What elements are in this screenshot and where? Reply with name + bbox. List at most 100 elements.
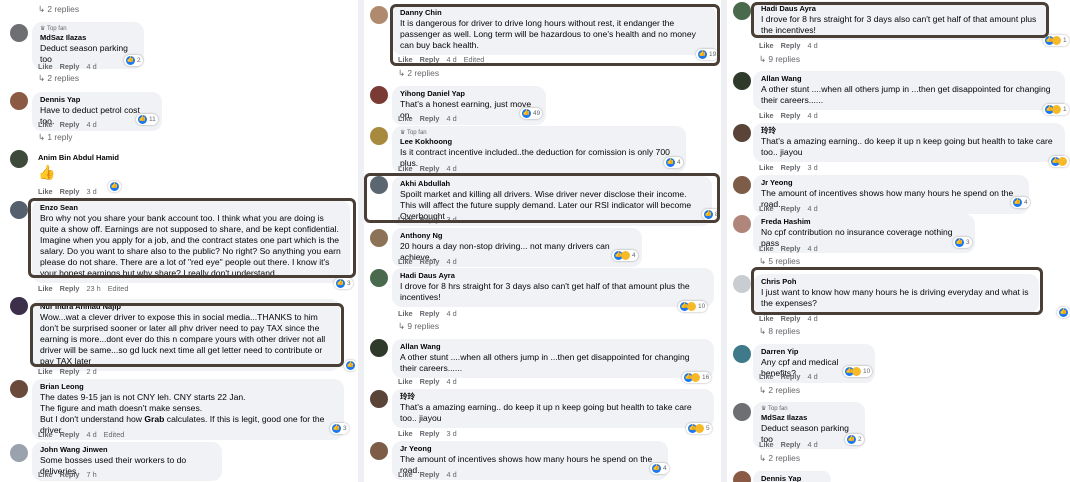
reaction-count[interactable]: 👍 4 xyxy=(664,157,683,168)
comment-author[interactable]: MdSaz Ilazas xyxy=(40,33,136,43)
reply-button[interactable]: Reply xyxy=(781,163,801,172)
comment-timestamp[interactable]: 4 d xyxy=(86,62,96,71)
comment-timestamp[interactable]: 4 d xyxy=(807,244,817,253)
reply-button[interactable]: Reply xyxy=(420,215,440,224)
reaction-count[interactable]: 👍 xyxy=(1057,307,1070,318)
reply-button[interactable]: Reply xyxy=(420,164,440,173)
comment-timestamp[interactable]: 4 d xyxy=(807,204,817,213)
comment-timestamp[interactable]: 4 d xyxy=(446,377,456,386)
reply-button[interactable]: Reply xyxy=(420,429,440,438)
like-button[interactable]: Like xyxy=(38,430,53,439)
reply-button[interactable]: Reply xyxy=(781,244,801,253)
like-button[interactable]: Like xyxy=(398,309,413,318)
like-button[interactable]: Like xyxy=(759,41,774,50)
avatar[interactable] xyxy=(10,24,28,42)
reply-button[interactable]: Reply xyxy=(420,309,440,318)
like-button[interactable]: Like xyxy=(398,377,413,386)
like-button[interactable]: Like xyxy=(38,62,53,71)
reply-button[interactable]: Reply xyxy=(781,204,801,213)
reply-button[interactable]: Reply xyxy=(60,187,80,196)
reply-button[interactable]: Reply xyxy=(781,440,801,449)
like-button[interactable]: Like xyxy=(759,204,774,213)
avatar[interactable] xyxy=(370,176,388,194)
like-button[interactable]: Like xyxy=(398,429,413,438)
avatar[interactable] xyxy=(370,86,388,104)
comment-author[interactable]: MdSaz Ilazas xyxy=(761,413,857,423)
view-replies-link[interactable]: ↳ 2 replies xyxy=(38,4,79,14)
comment-author[interactable]: Lee Kokhoong xyxy=(400,137,678,147)
avatar[interactable] xyxy=(10,150,28,168)
view-replies-link[interactable]: ↳ 1 reply xyxy=(38,132,73,142)
like-button[interactable]: Like xyxy=(398,164,413,173)
like-button[interactable]: Like xyxy=(38,367,53,376)
comment-author[interactable]: Anim Bin Abdul Hamid xyxy=(38,153,119,163)
comment-author[interactable]: Hadi Daus Ayra xyxy=(400,271,706,281)
avatar[interactable] xyxy=(733,275,751,293)
avatar[interactable] xyxy=(733,72,751,90)
reaction-count[interactable]: 👍 xyxy=(1049,156,1069,167)
comment-author[interactable]: 玲玲 xyxy=(761,126,1057,136)
reaction-count[interactable]: 👍 3 xyxy=(953,237,972,248)
reaction-count[interactable]: 👍 xyxy=(344,360,356,371)
comment-author[interactable]: Allan Wang xyxy=(400,342,706,352)
like-button[interactable]: Like xyxy=(38,470,53,479)
comment-timestamp[interactable]: 4 d xyxy=(446,470,456,479)
like-button[interactable]: Like xyxy=(38,284,53,293)
comment-timestamp[interactable]: 4 d xyxy=(807,111,817,120)
view-replies-link[interactable]: ↳ 9 replies xyxy=(759,54,800,64)
comment-author[interactable]: Enzo Sean xyxy=(40,203,342,213)
reply-button[interactable]: Reply xyxy=(60,367,80,376)
comment-timestamp[interactable]: 4 d xyxy=(86,430,96,439)
avatar[interactable] xyxy=(733,176,751,194)
reply-button[interactable]: Reply xyxy=(420,55,440,64)
reply-button[interactable]: Reply xyxy=(60,430,80,439)
avatar[interactable] xyxy=(10,444,28,462)
avatar[interactable] xyxy=(733,2,751,20)
comment-author[interactable]: Yihong Daniel Yap xyxy=(400,89,538,99)
like-button[interactable]: Like xyxy=(38,120,53,129)
reaction-count[interactable]: 👍 1 xyxy=(1043,104,1069,115)
like-button[interactable]: Like xyxy=(759,111,774,120)
comment-timestamp[interactable]: 4 d xyxy=(446,114,456,123)
avatar[interactable] xyxy=(370,390,388,408)
comment-timestamp[interactable]: 4 d xyxy=(86,120,96,129)
avatar[interactable] xyxy=(733,345,751,363)
reply-button[interactable]: Reply xyxy=(420,257,440,266)
view-replies-link[interactable]: ↳ 8 replies xyxy=(759,326,800,336)
comment-timestamp[interactable]: 3 d xyxy=(446,429,456,438)
comment-timestamp[interactable]: 4 d xyxy=(807,314,817,323)
like-button[interactable]: Like xyxy=(38,187,53,196)
comment-timestamp[interactable]: 4 d xyxy=(446,55,456,64)
comment-author[interactable]: Jr Yeong xyxy=(400,444,660,454)
avatar[interactable] xyxy=(370,442,388,460)
reaction-count[interactable]: 👍 2 xyxy=(845,434,864,445)
avatar[interactable] xyxy=(10,297,28,315)
avatar[interactable] xyxy=(370,339,388,357)
comment-timestamp[interactable]: 2 d xyxy=(86,367,96,376)
avatar[interactable] xyxy=(10,380,28,398)
reaction-count[interactable]: 👍 3 xyxy=(330,423,349,434)
comment-timestamp[interactable]: 7 h xyxy=(86,470,96,479)
reaction-count[interactable]: 👍 8 xyxy=(702,209,720,220)
reply-button[interactable]: Reply xyxy=(60,284,80,293)
like-button[interactable]: Like xyxy=(759,372,774,381)
reaction-count[interactable]: 👍 xyxy=(108,181,121,192)
comment-author[interactable]: John Wang Jinwen xyxy=(40,445,214,455)
avatar[interactable] xyxy=(733,215,751,233)
avatar[interactable] xyxy=(370,6,388,24)
avatar[interactable] xyxy=(733,403,751,421)
reaction-count[interactable]: 👍 1 xyxy=(1043,35,1069,46)
avatar[interactable] xyxy=(733,471,751,482)
reply-button[interactable]: Reply xyxy=(60,470,80,479)
avatar[interactable] xyxy=(370,127,388,145)
like-button[interactable]: Like xyxy=(759,163,774,172)
avatar[interactable] xyxy=(733,124,751,142)
reaction-count[interactable]: 👍 10 xyxy=(843,366,873,377)
comment-author[interactable]: Danny Chin xyxy=(400,8,708,18)
view-replies-link[interactable]: ↳ 5 replies xyxy=(759,256,800,266)
reply-button[interactable]: Reply xyxy=(420,470,440,479)
reaction-count[interactable]: 👍 4 xyxy=(1011,197,1030,208)
comment-author[interactable]: 玲玲 xyxy=(400,392,706,402)
reaction-count[interactable]: 👍 49 xyxy=(520,108,543,119)
like-button[interactable]: Like xyxy=(759,440,774,449)
